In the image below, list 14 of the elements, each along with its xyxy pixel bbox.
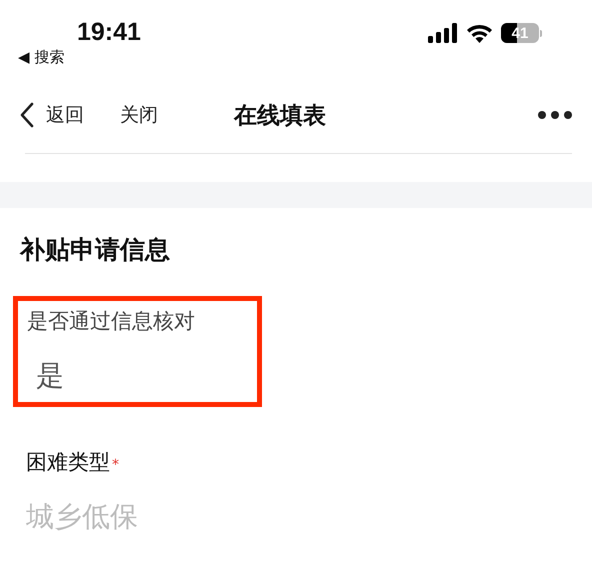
back-button[interactable]: 返回: [20, 102, 84, 128]
more-icon[interactable]: [538, 111, 572, 119]
wifi-icon: [466, 23, 493, 43]
field-value[interactable]: 是: [36, 356, 245, 396]
section-title: 补贴申请信息: [20, 234, 171, 266]
back-to-app-link[interactable]: ◀ 搜索: [18, 47, 141, 67]
required-mark: *: [112, 457, 119, 473]
page-title: 在线填表: [234, 102, 326, 130]
field-label: 困难类型: [26, 449, 110, 476]
field-label: 是否通过信息核对: [27, 308, 195, 335]
close-button[interactable]: 关闭: [120, 102, 158, 128]
status-time: 19:41: [77, 18, 141, 46]
chevron-left-icon: [20, 102, 34, 128]
signal-icon: [428, 23, 458, 43]
